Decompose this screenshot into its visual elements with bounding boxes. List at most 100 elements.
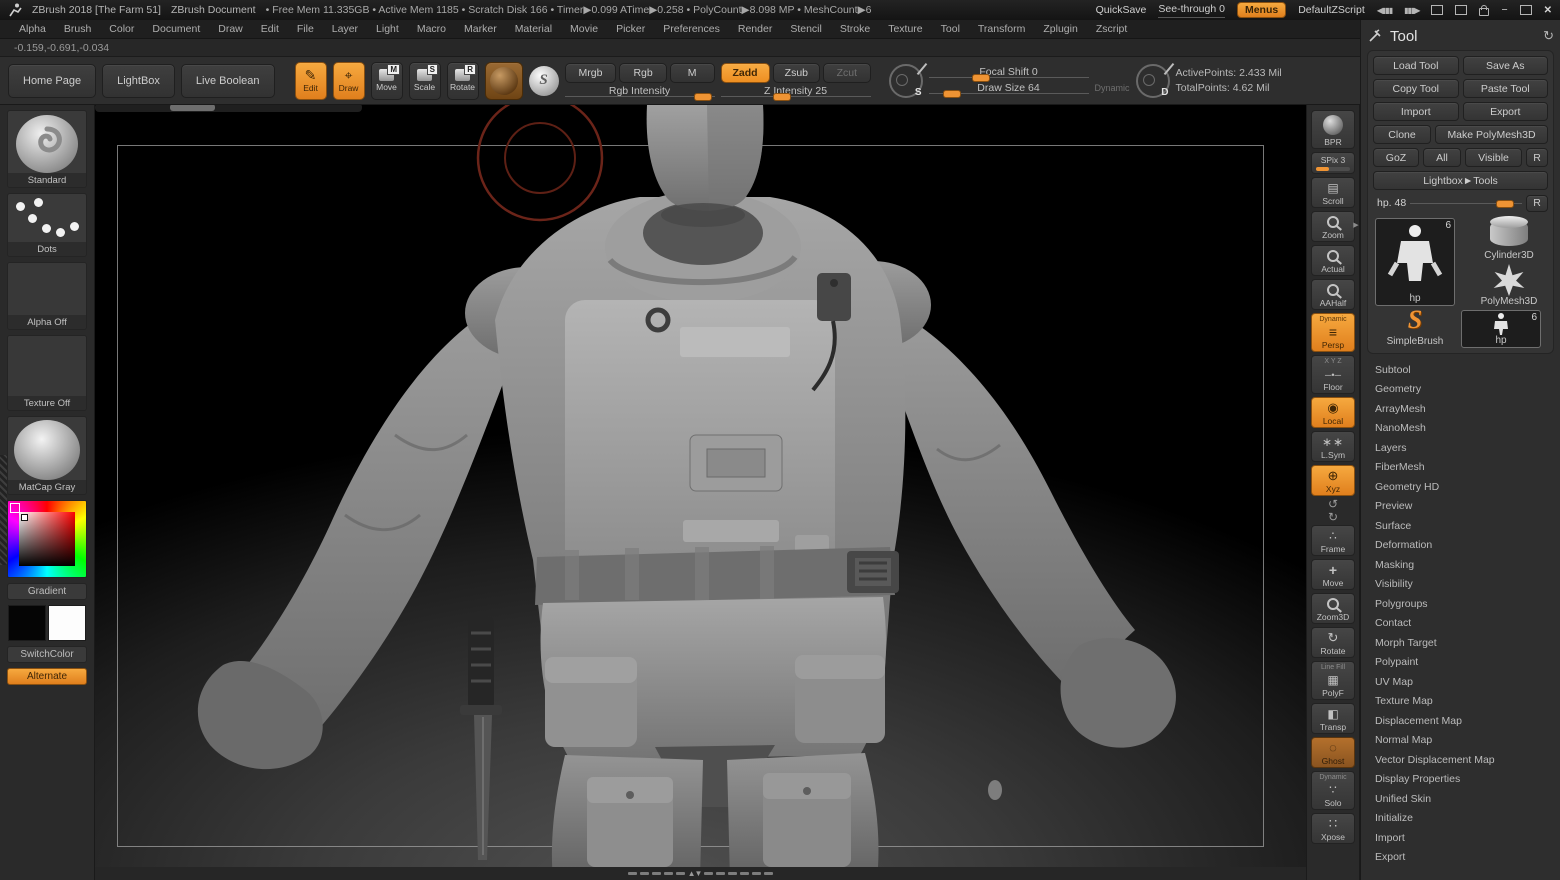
- zsub-button[interactable]: Zsub: [773, 63, 820, 83]
- subpalette-header[interactable]: FiberMesh: [1375, 458, 1554, 478]
- switch-color-button[interactable]: SwitchColor: [7, 646, 87, 663]
- menu-item[interactable]: Macro: [408, 23, 455, 35]
- right-shelf-button[interactable]: Local: [1311, 397, 1355, 428]
- right-shelf-button[interactable]: Ghost: [1311, 737, 1355, 768]
- right-shelf-button[interactable]: Scroll: [1311, 177, 1355, 208]
- current-alpha-thumbnail[interactable]: Alpha Off: [7, 262, 87, 330]
- subpalette-header[interactable]: Geometry: [1375, 380, 1554, 400]
- goz-button[interactable]: GoZ: [1373, 148, 1419, 167]
- see-through-slider[interactable]: See-through 0: [1158, 3, 1225, 18]
- menu-item[interactable]: Draw: [209, 23, 252, 35]
- menu-item[interactable]: Alpha: [10, 23, 55, 35]
- subpalette-header[interactable]: Import: [1375, 828, 1554, 848]
- tool-item-cylinder3d[interactable]: Cylinder3D: [1461, 216, 1557, 262]
- goz-visible-button[interactable]: Visible: [1465, 148, 1522, 167]
- right-shelf-button[interactable]: Frame: [1311, 525, 1355, 556]
- right-shelf-button[interactable]: Xpose: [1311, 813, 1355, 844]
- current-texture-thumbnail[interactable]: Texture Off: [7, 335, 87, 411]
- right-shelf-button[interactable]: Xyz: [1311, 465, 1355, 496]
- goz-all-button[interactable]: All: [1423, 148, 1461, 167]
- rotate-button[interactable]: R Rotate: [447, 62, 479, 100]
- subpalette-header[interactable]: ArrayMesh: [1375, 399, 1554, 419]
- menu-item[interactable]: Zplugin: [1034, 23, 1086, 35]
- right-shelf-button[interactable]: [1311, 497, 1355, 510]
- z-intensity-slider[interactable]: Z Intensity 25: [721, 85, 871, 99]
- subpalette-header[interactable]: Deformation: [1375, 536, 1554, 556]
- rgb-button[interactable]: Rgb: [619, 63, 666, 83]
- menu-item[interactable]: Render: [729, 23, 781, 35]
- menu-item[interactable]: Document: [143, 23, 209, 35]
- paste-tool-button[interactable]: Paste Tool: [1463, 79, 1549, 98]
- right-shelf-button[interactable]: [1311, 510, 1355, 523]
- right-shelf-button[interactable]: Move: [1311, 559, 1355, 590]
- save-as-button[interactable]: Save As: [1463, 56, 1549, 75]
- subpalette-header[interactable]: Subtool: [1375, 360, 1554, 380]
- draw-size-dial-icon[interactable]: S: [889, 64, 923, 98]
- menu-item[interactable]: Picker: [607, 23, 654, 35]
- current-material-thumbnail[interactable]: MatCap Gray: [7, 416, 87, 495]
- current-color-sphere[interactable]: S: [529, 66, 559, 96]
- subpalette-header[interactable]: NanoMesh: [1375, 419, 1554, 439]
- current-stroke-thumbnail[interactable]: Dots: [7, 193, 87, 257]
- subpalette-header[interactable]: Geometry HD: [1375, 477, 1554, 497]
- left-tray-divider[interactable]: [0, 455, 7, 565]
- z-intensity-handle[interactable]: [773, 93, 791, 101]
- menu-item[interactable]: Edit: [252, 23, 288, 35]
- tool-name-track[interactable]: [1410, 203, 1522, 204]
- subpalette-header[interactable]: Texture Map: [1375, 692, 1554, 712]
- subpalette-header[interactable]: Morph Target: [1375, 633, 1554, 653]
- home-page-button[interactable]: Home Page: [8, 64, 96, 98]
- focal-shift-slider[interactable]: Focal Shift 0: [929, 66, 1089, 80]
- tool-item-simplebrush[interactable]: S SimpleBrush: [1375, 308, 1455, 348]
- scrollbar-handle[interactable]: [170, 105, 215, 111]
- focal-shift-handle[interactable]: [972, 74, 990, 82]
- right-shelf-button[interactable]: Zoom3D: [1311, 593, 1355, 624]
- subpalette-header[interactable]: Polygroups: [1375, 594, 1554, 614]
- subpalette-header[interactable]: Unified Skin: [1375, 789, 1554, 809]
- dynamic-mode-label[interactable]: Dynamic: [1095, 83, 1130, 93]
- zcut-button[interactable]: Zcut: [823, 63, 870, 83]
- subpalette-header[interactable]: Contact: [1375, 614, 1554, 634]
- right-shelf-button[interactable]: Rotate: [1311, 627, 1355, 658]
- draw-button[interactable]: ⌖ Draw: [333, 62, 365, 100]
- live-boolean-button[interactable]: Live Boolean: [181, 64, 275, 98]
- menu-item[interactable]: Transform: [969, 23, 1034, 35]
- default-zscript-button[interactable]: DefaultZScript: [1298, 4, 1365, 16]
- right-shelf-button[interactable]: Transp: [1311, 703, 1355, 734]
- secondary-color-swatch[interactable]: [48, 605, 86, 641]
- menu-item[interactable]: Layer: [323, 23, 367, 35]
- import-button[interactable]: Import: [1373, 102, 1459, 121]
- right-shelf-button[interactable]: Actual: [1311, 245, 1355, 276]
- subpalette-header[interactable]: Initialize: [1375, 809, 1554, 829]
- gradient-button[interactable]: Gradient: [7, 583, 87, 600]
- right-shelf-button[interactable]: X Y Z Floor: [1311, 355, 1355, 394]
- load-tool-button[interactable]: Load Tool: [1373, 56, 1459, 75]
- subpalette-header[interactable]: Layers: [1375, 438, 1554, 458]
- menu-item[interactable]: Texture: [879, 23, 931, 35]
- subpalette-header[interactable]: Preview: [1375, 497, 1554, 517]
- spix-mini-slider[interactable]: [1316, 167, 1350, 171]
- menu-item[interactable]: Material: [506, 23, 561, 35]
- menu-item[interactable]: Marker: [455, 23, 506, 35]
- menu-item[interactable]: Light: [367, 23, 408, 35]
- subpalette-header[interactable]: Vector Displacement Map: [1375, 750, 1554, 770]
- export-button[interactable]: Export: [1463, 102, 1549, 121]
- right-shelf-button[interactable]: Dynamic Solo: [1311, 771, 1355, 810]
- right-shelf-button[interactable]: AAHalf: [1311, 279, 1355, 310]
- right-shelf-button[interactable]: SPix 3: [1311, 152, 1355, 174]
- m-button[interactable]: M: [670, 63, 715, 83]
- collapse-right-tray-icon[interactable]: ▮▮▮▶: [1404, 6, 1419, 15]
- lock-icon[interactable]: [1479, 8, 1489, 16]
- right-shelf-button[interactable]: L.Sym: [1311, 431, 1355, 462]
- menu-item[interactable]: Brush: [55, 23, 100, 35]
- scale-button[interactable]: S Scale: [409, 62, 441, 100]
- clone-button[interactable]: Clone: [1373, 125, 1431, 144]
- zadd-button[interactable]: Zadd: [721, 63, 770, 83]
- right-shelf-button[interactable]: Zoom: [1311, 211, 1355, 242]
- menu-item[interactable]: Color: [100, 23, 143, 35]
- copy-tool-button[interactable]: Copy Tool: [1373, 79, 1459, 98]
- tool-item-hp-active[interactable]: 6 hp: [1375, 218, 1455, 306]
- canvas-horizontal-scrollbar[interactable]: [95, 105, 362, 112]
- menu-item[interactable]: File: [288, 23, 323, 35]
- current-brush-thumbnail[interactable]: Standard: [7, 110, 87, 188]
